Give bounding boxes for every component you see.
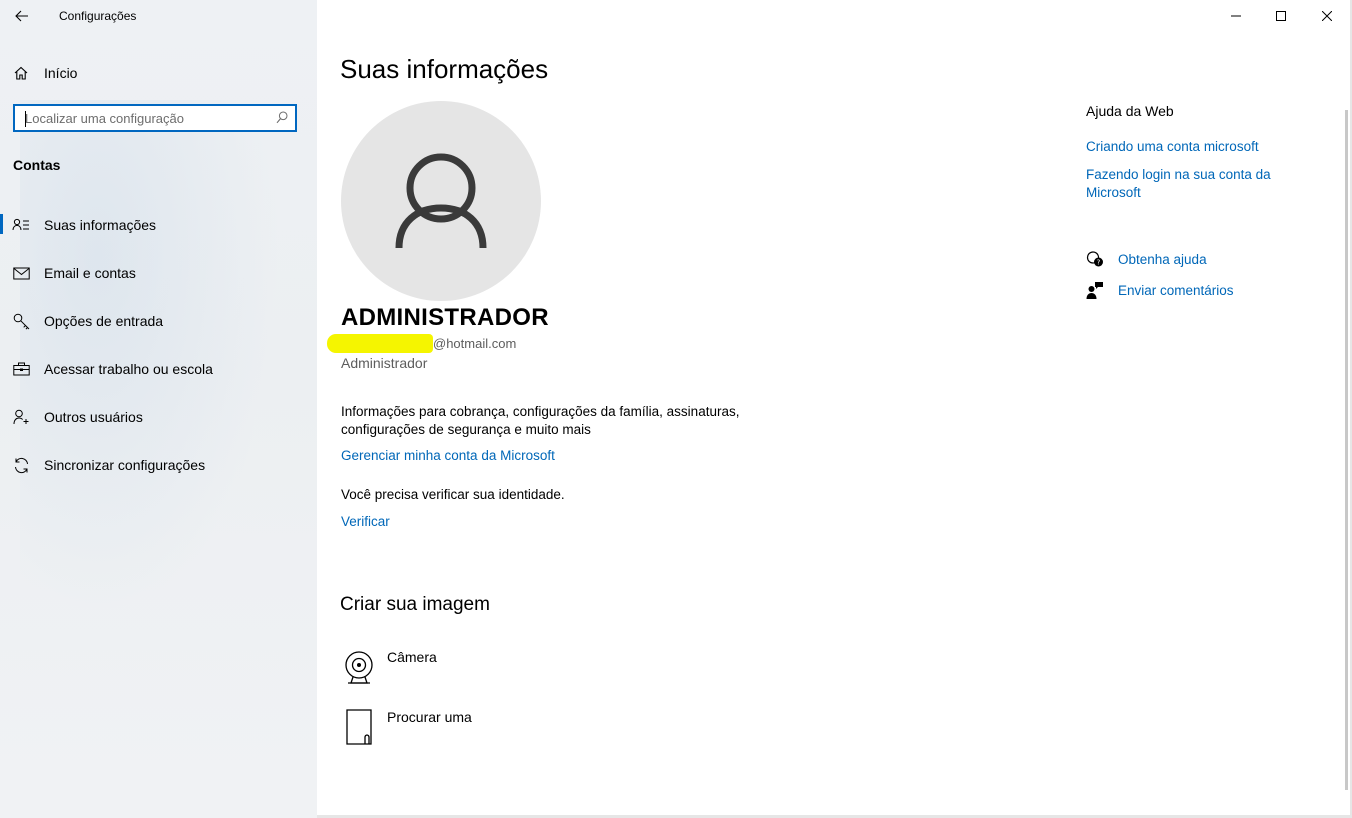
sidebar-item-work-school[interactable]: Acessar trabalho ou escola xyxy=(0,349,317,389)
sidebar-item-label: Email e contas xyxy=(44,265,136,281)
camera-icon xyxy=(342,649,376,690)
create-image-heading: Criar sua imagem xyxy=(340,594,490,615)
sign-in-help-link[interactable]: Fazendo login na sua conta da Microsoft xyxy=(1086,166,1296,202)
person-list-icon xyxy=(12,216,30,234)
account-role: Administrador xyxy=(341,355,428,371)
chat-help-icon: ? xyxy=(1086,250,1104,273)
sidebar-item-other-users[interactable]: Outros usuários xyxy=(0,397,317,437)
search-icon[interactable] xyxy=(276,111,288,129)
back-arrow-icon xyxy=(15,10,28,22)
browse-file-icon xyxy=(346,709,374,750)
sync-icon xyxy=(12,456,30,474)
search-settings-box[interactable] xyxy=(13,104,297,132)
verify-identity-text: Você precisa verificar sua identidade. xyxy=(341,487,565,502)
sidebar-item-home[interactable]: Início xyxy=(0,53,317,93)
browse-label: Procurar uma xyxy=(387,709,472,725)
sidebar-item-sync-settings[interactable]: Sincronizar configurações xyxy=(0,445,317,485)
send-feedback-label: Enviar comentários xyxy=(1118,283,1234,298)
avatar[interactable] xyxy=(341,101,541,301)
key-icon xyxy=(12,312,30,330)
app-title: Configurações xyxy=(59,9,137,23)
back-button[interactable] xyxy=(0,0,44,32)
close-icon xyxy=(1322,11,1332,21)
browse-option[interactable]: Procurar uma xyxy=(340,709,640,755)
get-help-row[interactable]: ? Obtenha ajuda xyxy=(1086,250,1286,270)
send-feedback-row[interactable]: Enviar comentários xyxy=(1086,281,1286,301)
page-title: Suas informações xyxy=(340,54,549,84)
sidebar-item-label: Outros usuários xyxy=(44,409,143,425)
sidebar-item-label: Acessar trabalho ou escola xyxy=(44,361,213,377)
navigation-pane: Configurações Início Contas Suas informa… xyxy=(0,0,317,818)
minimize-button[interactable] xyxy=(1213,0,1259,32)
user-name: ADMINISTRADOR xyxy=(341,304,549,331)
verify-link[interactable]: Verificar xyxy=(341,514,390,529)
sidebar-item-your-info[interactable]: Suas informações xyxy=(0,205,317,245)
sidebar-item-label: Suas informações xyxy=(44,217,157,233)
user-email: @hotmail.com xyxy=(433,336,517,351)
maximize-button[interactable] xyxy=(1258,0,1304,32)
person-add-icon xyxy=(12,408,30,426)
get-help-label: Obtenha ajuda xyxy=(1118,252,1207,267)
maximize-icon xyxy=(1276,11,1286,21)
redaction-highlight xyxy=(327,334,433,353)
sidebar-item-email-accounts[interactable]: Email e contas xyxy=(0,253,317,293)
camera-label: Câmera xyxy=(387,649,437,665)
search-input[interactable] xyxy=(25,109,273,127)
web-help-title: Ajuda da Web xyxy=(1086,103,1174,119)
sidebar-item-label: Sincronizar configurações xyxy=(44,457,206,473)
sidebar-item-label: Opções de entrada xyxy=(44,313,164,329)
mail-icon xyxy=(12,264,30,282)
sidebar-item-sign-in-options[interactable]: Opções de entrada xyxy=(0,301,317,341)
vertical-scrollbar[interactable] xyxy=(1345,110,1348,790)
user-icon xyxy=(395,153,487,249)
create-account-link[interactable]: Criando uma conta microsoft xyxy=(1086,138,1296,156)
account-description: Informações para cobrança, configurações… xyxy=(341,404,740,437)
manage-account-link[interactable]: Gerenciar minha conta da Microsoft xyxy=(341,448,555,463)
minimize-icon xyxy=(1231,15,1241,17)
camera-option[interactable]: Câmera xyxy=(340,649,640,695)
feedback-icon xyxy=(1086,281,1104,304)
svg-text:?: ? xyxy=(1097,259,1101,267)
section-title: Contas xyxy=(13,157,61,173)
home-icon xyxy=(12,64,30,82)
home-label: Início xyxy=(44,65,78,81)
close-button[interactable] xyxy=(1304,0,1350,32)
briefcase-icon xyxy=(12,360,30,378)
text-caret xyxy=(25,111,26,127)
